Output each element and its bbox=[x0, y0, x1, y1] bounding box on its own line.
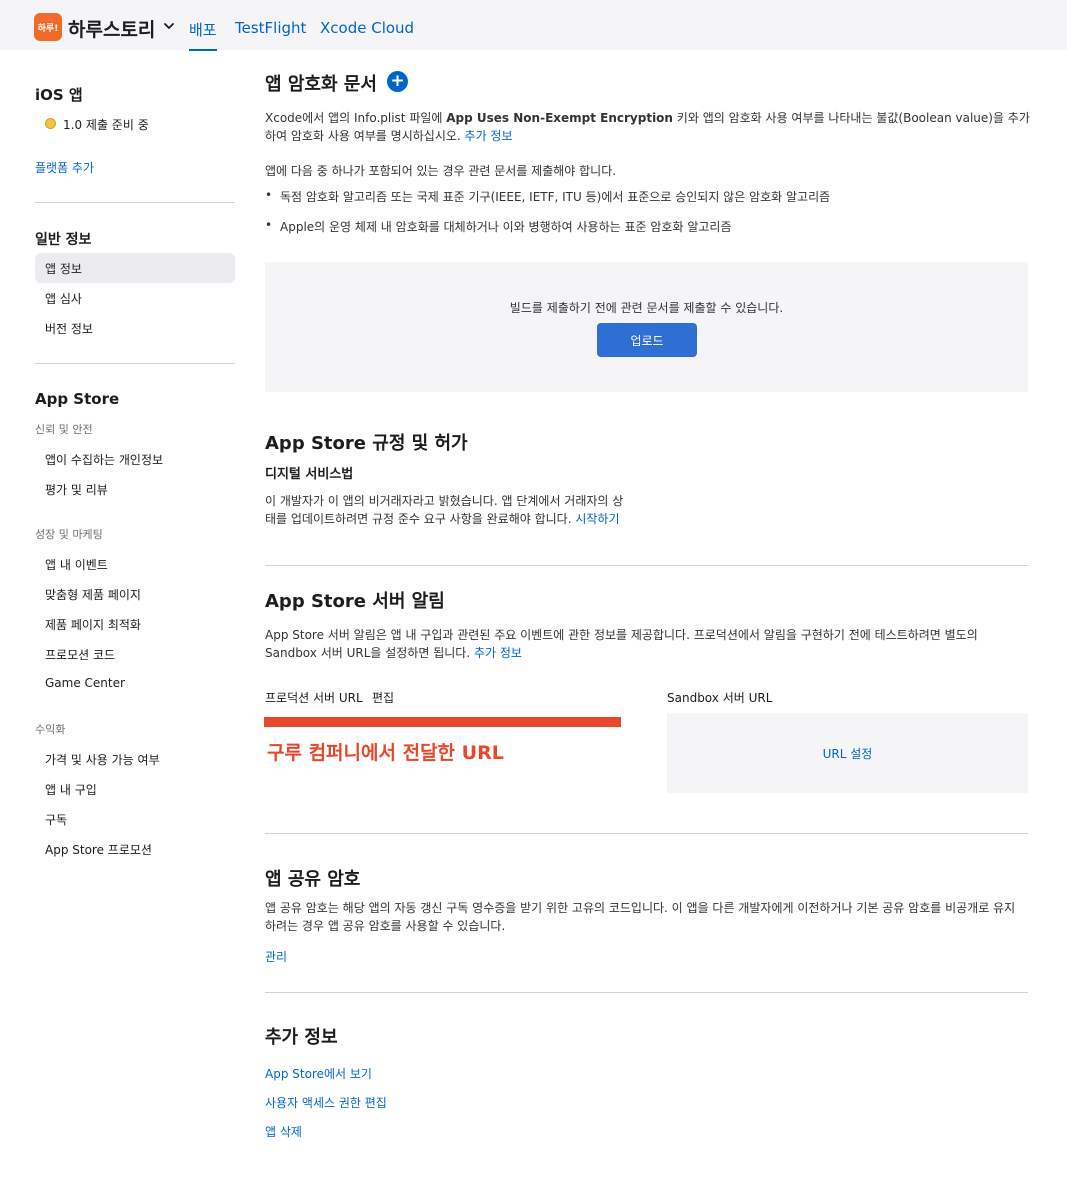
tab-distribution[interactable]: 배포 bbox=[189, 19, 217, 51]
redacted-url-bar bbox=[264, 717, 621, 727]
sidebar-sub-trust: 신뢰 및 안전 bbox=[35, 423, 93, 436]
sidebar-item-privacy[interactable]: 앱이 수집하는 개인정보 bbox=[45, 451, 163, 468]
sidebar-store-title: App Store bbox=[35, 390, 120, 408]
shared-secret-title: 앱 공유 암호 bbox=[265, 869, 361, 890]
encryption-bullet: Apple의 운영 체제 내 암호화를 대체하거나 이와 병행하여 사용하는 표… bbox=[265, 218, 731, 235]
sidebar-item-store-promotion[interactable]: App Store 프로모션 bbox=[45, 841, 152, 858]
sidebar-item-app-review[interactable]: 앱 심사 bbox=[45, 290, 82, 307]
server-notifications-title: App Store 서버 알림 bbox=[265, 591, 445, 612]
delete-app-link[interactable]: 앱 삭제 bbox=[265, 1123, 302, 1140]
server-more-info-link[interactable]: 추가 정보 bbox=[474, 646, 522, 660]
section-divider bbox=[265, 565, 1028, 566]
additional-info-title: 추가 정보 bbox=[265, 1027, 338, 1048]
sandbox-url-label: Sandbox 서버 URL bbox=[667, 691, 773, 705]
encryption-title: 앱 암호화 문서 bbox=[265, 74, 377, 95]
status-dot-icon bbox=[45, 118, 56, 129]
sidebar-sub-monetization: 수익화 bbox=[35, 723, 66, 736]
sidebar-item-subscriptions[interactable]: 구독 bbox=[45, 811, 67, 828]
sidebar-item-in-app-events[interactable]: 앱 내 이벤트 bbox=[45, 556, 108, 573]
set-url-link[interactable]: URL 설정 bbox=[667, 745, 1028, 762]
tab-xcode-cloud[interactable]: Xcode Cloud bbox=[320, 19, 414, 37]
sidebar-item-game-center[interactable]: Game Center bbox=[45, 676, 125, 690]
sidebar-platform-title: iOS 앱 bbox=[35, 86, 83, 104]
sidebar-item-version-info[interactable]: 버전 정보 bbox=[45, 320, 93, 337]
encryption-more-info-link[interactable]: 추가 정보 bbox=[465, 129, 513, 143]
sidebar-item-app-info[interactable]: 앱 정보 bbox=[45, 260, 82, 277]
section-divider bbox=[265, 833, 1028, 834]
regulations-title: App Store 규정 및 허가 bbox=[265, 433, 468, 454]
add-encryption-button[interactable]: + bbox=[387, 71, 408, 92]
add-platform-link[interactable]: 플랫폼 추가 bbox=[35, 159, 94, 176]
app-icon[interactable]: 하루! bbox=[34, 13, 62, 41]
encryption-bullet: 독점 암호화 알고리즘 또는 국제 표준 기구(IEEE, IETF, ITU … bbox=[265, 188, 830, 205]
app-name[interactable]: 하루스토리 bbox=[68, 15, 155, 42]
dsa-description: 이 개발자가 이 앱의 비거래자라고 밝혔습니다. 앱 단계에서 거래자의 상 … bbox=[265, 494, 624, 526]
tab-testflight[interactable]: TestFlight bbox=[235, 19, 306, 37]
sidebar-sub-growth: 성장 및 마케팅 bbox=[35, 528, 103, 541]
production-url-label: 프로덕션 서버 URL bbox=[265, 691, 363, 705]
top-bar: 하루! 하루스토리 배포 TestFlight Xcode Cloud bbox=[0, 0, 1067, 51]
upload-panel: 빌드를 제출하기 전에 관련 문서를 제출할 수 있습니다. 업로드 bbox=[265, 262, 1028, 392]
sidebar-item-pricing[interactable]: 가격 및 사용 가능 여부 bbox=[45, 751, 160, 768]
get-started-link[interactable]: 시작하기 bbox=[575, 512, 619, 526]
upload-text: 빌드를 제출하기 전에 관련 문서를 제출할 수 있습니다. bbox=[509, 301, 784, 315]
encryption-description: Xcode에서 앱의 Info.plist 파일에 App Uses Non-E… bbox=[265, 111, 1030, 143]
section-divider bbox=[265, 992, 1028, 993]
encryption-intro: 앱에 다음 중 하나가 포함되어 있는 경우 관련 문서를 제출해야 합니다. bbox=[265, 164, 617, 178]
url-annotation: 구루 컴퍼니에서 전달한 URL bbox=[267, 742, 504, 764]
sidebar-item-ratings[interactable]: 평가 및 리뷰 bbox=[45, 481, 108, 498]
shared-secret-description: 앱 공유 암호는 해당 앱의 자동 갱신 구독 영수증을 받기 위한 고유의 코… bbox=[265, 901, 1016, 933]
chevron-down-icon[interactable] bbox=[163, 20, 175, 32]
edit-user-access-link[interactable]: 사용자 액세스 권한 편집 bbox=[265, 1094, 387, 1111]
sidebar-item-promo-codes[interactable]: 프로모션 코드 bbox=[45, 646, 115, 663]
server-notifications-description: App Store 서버 알림은 앱 내 구입과 관련된 주요 이벤트에 관한 … bbox=[265, 628, 978, 660]
sidebar-general-title: 일반 정보 bbox=[35, 232, 92, 248]
view-on-app-store-link[interactable]: App Store에서 보기 bbox=[265, 1065, 372, 1082]
sidebar-item-version[interactable]: 1.0 제출 준비 중 bbox=[63, 116, 149, 133]
sidebar-divider bbox=[35, 202, 235, 203]
sidebar-item-page-optimization[interactable]: 제품 페이지 최적화 bbox=[45, 616, 141, 633]
sidebar-divider bbox=[35, 363, 235, 364]
dsa-subtitle: 디지털 서비스법 bbox=[265, 467, 354, 482]
sandbox-url-panel: URL 설정 bbox=[667, 713, 1028, 793]
sidebar-item-custom-pages[interactable]: 맞춤형 제품 페이지 bbox=[45, 586, 141, 603]
manage-link[interactable]: 관리 bbox=[265, 948, 287, 965]
sidebar-item-in-app-purchases[interactable]: 앱 내 구입 bbox=[45, 781, 97, 798]
edit-production-url-link[interactable]: 편집 bbox=[372, 689, 394, 706]
upload-button[interactable]: 업로드 bbox=[597, 323, 697, 357]
